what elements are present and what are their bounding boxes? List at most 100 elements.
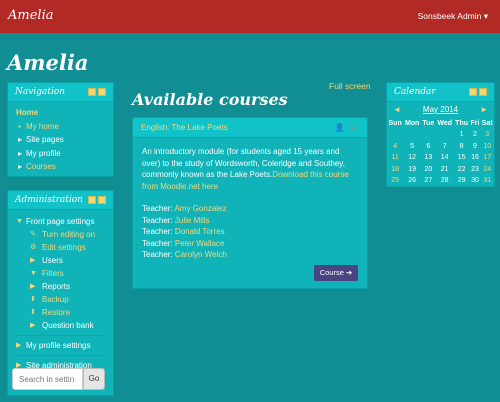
calendar-day: 13 (424, 154, 433, 162)
caret-right-icon: ▶ (30, 322, 36, 329)
divider (16, 355, 105, 356)
calendar-nav: ◄ May 2014 ► (387, 105, 494, 118)
prev-month-icon[interactable]: ◄ (393, 105, 401, 114)
calendar-week: 18 19 20 21 22 23 24 (387, 164, 494, 176)
gear-icon: ⚙ (30, 244, 37, 251)
restore-icon: ⬇ (30, 309, 36, 316)
weekday: Tue (422, 120, 435, 127)
calendar-day: 18 (391, 165, 400, 173)
restore-link[interactable]: ⬇ Restore (16, 306, 105, 319)
nav-item-label: My profile (26, 148, 61, 158)
navigation-list: Home ▪ My home ▸ Site pages ▸ My profile ▸ C… (8, 102, 113, 178)
teacher-link[interactable]: Carolyn Welch (175, 250, 227, 259)
user-menu[interactable]: Sonsbeek Admin ▾ (418, 11, 488, 22)
calendar-day: 6 (426, 142, 431, 150)
caret-right-icon: ▶ (30, 257, 36, 264)
collapse-icon[interactable] (98, 88, 106, 96)
teacher-icon: 👤 (334, 123, 345, 132)
filter-icon: ▼ (30, 270, 37, 277)
calendar-day: 31 (483, 177, 492, 185)
weekday: Mon (404, 120, 420, 127)
go-button[interactable]: Go (83, 368, 105, 390)
reports-item[interactable]: ▶ Reports (16, 280, 105, 293)
caret-right-icon: ▶ (30, 283, 36, 290)
weekday: Wed (437, 120, 453, 127)
calendar-day: 21 (440, 165, 449, 173)
filters-link[interactable]: ▼ Filters (16, 267, 105, 280)
teacher-row: Teacher: Peter Wallace (142, 238, 358, 250)
pencil-icon: ✎ (30, 231, 36, 238)
admin-label: Edit settings (42, 243, 86, 252)
administration-block-header: Administration (8, 191, 113, 210)
teacher-link[interactable]: Julie Mills (175, 216, 210, 225)
course-card: English: The Lake Poets 👤 ⚙ An introducto… (132, 117, 368, 289)
calendar-week: 11 12 13 14 15 16 17 (387, 152, 494, 164)
calendar-day: 1 (459, 131, 464, 139)
navigation-title: Navigation (15, 87, 66, 97)
weekday: Fri (470, 120, 480, 127)
admin-label: Turn editing on (42, 230, 96, 239)
caret-down-icon: ▼ (16, 218, 23, 225)
teacher-link[interactable]: Amy Gonzalez (174, 204, 226, 213)
admin-label: Backup (42, 295, 69, 304)
edit-settings-link[interactable]: ⚙ Edit settings (16, 241, 105, 254)
caret-right-icon: ▸ (18, 148, 23, 158)
calendar-day (403, 129, 421, 141)
calendar-day: 16 (471, 154, 479, 162)
next-month-icon[interactable]: ► (480, 105, 488, 114)
calendar-day: 9 (473, 142, 477, 150)
teacher-label: Teacher: (142, 215, 173, 225)
navigation-block: Navigation Home ▪ My home ▸ Site pages ▸ My… (7, 82, 114, 177)
course-summary: An introductory module (for students age… (133, 138, 367, 269)
full-screen-link[interactable]: Full screen (329, 81, 371, 91)
teacher-link[interactable]: Donald Torres (175, 227, 225, 236)
calendar-day: 26 (408, 177, 417, 185)
dock-icon[interactable] (469, 88, 477, 96)
calendar-day: 25 (391, 177, 400, 185)
caret-right-icon: ▸ (18, 162, 23, 171)
administration-list: ▼ Front page settings ✎ Turn editing on ⚙ E… (8, 210, 113, 377)
admin-label: Reports (42, 282, 71, 291)
navigation-block-header: Navigation (8, 83, 113, 102)
collapse-icon[interactable] (98, 196, 106, 204)
nav-item-home[interactable]: Home (16, 106, 105, 120)
admin-label: Users (42, 256, 63, 265)
question-bank-item[interactable]: ▶ Question bank (16, 319, 105, 332)
nav-item-courses[interactable]: ▸ Courses (16, 160, 105, 174)
settings-search-input[interactable] (12, 368, 83, 390)
calendar-block-header: Calendar (387, 83, 494, 102)
teacher-link[interactable]: Peter Wallace (175, 239, 225, 248)
divider (16, 335, 105, 336)
nav-item-my-profile[interactable]: ▸ My profile (16, 147, 105, 161)
brand-link[interactable]: Amelia (8, 8, 53, 23)
calendar-day: 3 (485, 131, 490, 139)
administration-block: Administration ▼ Front page settings ✎ Tur… (7, 190, 114, 396)
admin-label: Filters (42, 269, 64, 278)
nav-item-label: Site pages (26, 135, 64, 144)
admin-label: Question bank (42, 321, 94, 330)
nav-item-label: Courses (26, 162, 56, 171)
nav-item-site-pages[interactable]: ▸ Site pages (16, 133, 105, 147)
dock-icon[interactable] (88, 196, 96, 204)
caret-right-icon: ▶ (16, 342, 22, 349)
calendar-day: 20 (424, 165, 433, 173)
calendar-day: 27 (424, 177, 433, 185)
front-page-settings[interactable]: ▼ Front page settings (16, 215, 105, 228)
backup-link[interactable]: ⬆ Backup (16, 293, 105, 306)
course-title-link[interactable]: English: The Lake Poets (141, 123, 228, 132)
calendar-month-link[interactable]: May 2014 (423, 105, 458, 114)
turn-editing-on-link[interactable]: ✎ Turn editing on (16, 228, 105, 241)
users-item[interactable]: ▶ Users (16, 254, 105, 267)
calendar-week: 1 2 3 (387, 129, 494, 141)
calendar-day (436, 129, 454, 141)
my-profile-settings-item[interactable]: ▶ My profile settings (16, 339, 105, 352)
collapse-icon[interactable] (479, 88, 487, 96)
calendar-day: 15 (457, 154, 466, 162)
nav-item-my-home[interactable]: ▪ My home (16, 120, 105, 134)
calendar-day: 4 (393, 142, 398, 150)
course-button[interactable]: Course ➜ (314, 265, 358, 281)
guest-access-icon: ⚙ (349, 123, 357, 132)
dock-icon[interactable] (88, 88, 96, 96)
admin-label: My profile settings (26, 341, 91, 350)
calendar-day (421, 129, 436, 141)
